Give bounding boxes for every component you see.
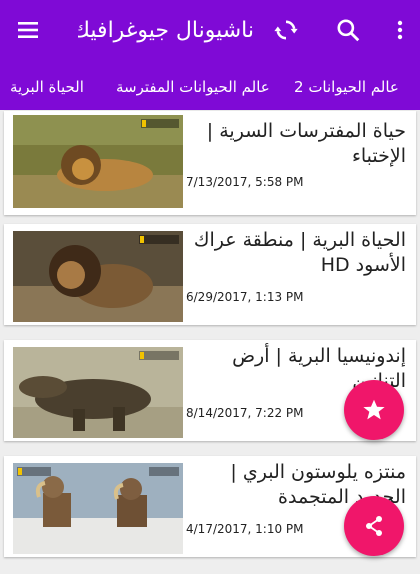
search-icon[interactable] <box>332 14 364 46</box>
video-date: 4/17/2017, 1:10 PM <box>186 522 304 536</box>
video-thumbnail <box>13 347 183 438</box>
video-title: الحياة البرية | منطقة عراك الأسود HD <box>193 229 406 276</box>
menu-icon[interactable] <box>12 14 44 46</box>
video-card[interactable]: الحياة البرية | منطقة عراك الأسود HD 6/2… <box>4 224 416 325</box>
video-thumbnail <box>13 115 183 208</box>
tab-bar: الحياة البرية عالم الحيوانات المفترسة عا… <box>0 60 420 110</box>
refresh-icon[interactable] <box>270 14 302 46</box>
app-title: ناشيونال جيوغرافيك <box>78 18 254 43</box>
favorite-fab[interactable] <box>344 380 404 440</box>
tab-animals-world-2[interactable]: عالم الحيوانات 2 <box>294 60 399 110</box>
video-date: 7/13/2017, 5:58 PM <box>186 175 304 189</box>
share-icon <box>366 516 382 536</box>
video-thumbnail <box>13 463 183 554</box>
video-thumbnail <box>13 231 183 322</box>
share-fab[interactable] <box>344 496 404 556</box>
tab-predators-world[interactable]: عالم الحيوانات المفترسة <box>116 60 270 110</box>
video-date: 8/14/2017, 7:22 PM <box>186 406 304 420</box>
star-icon <box>363 399 385 420</box>
more-vert-icon[interactable] <box>384 14 416 46</box>
video-title: حياة المفترسات السرية | الإختباء <box>206 120 406 167</box>
video-card[interactable]: حياة المفترسات السرية | الإختباء 7/13/20… <box>4 111 416 215</box>
tab-wildlife[interactable]: الحياة البرية <box>10 60 84 110</box>
video-date: 6/29/2017, 1:13 PM <box>186 290 304 304</box>
app-bar: ناشيونال جيوغرافيك <box>0 0 420 60</box>
